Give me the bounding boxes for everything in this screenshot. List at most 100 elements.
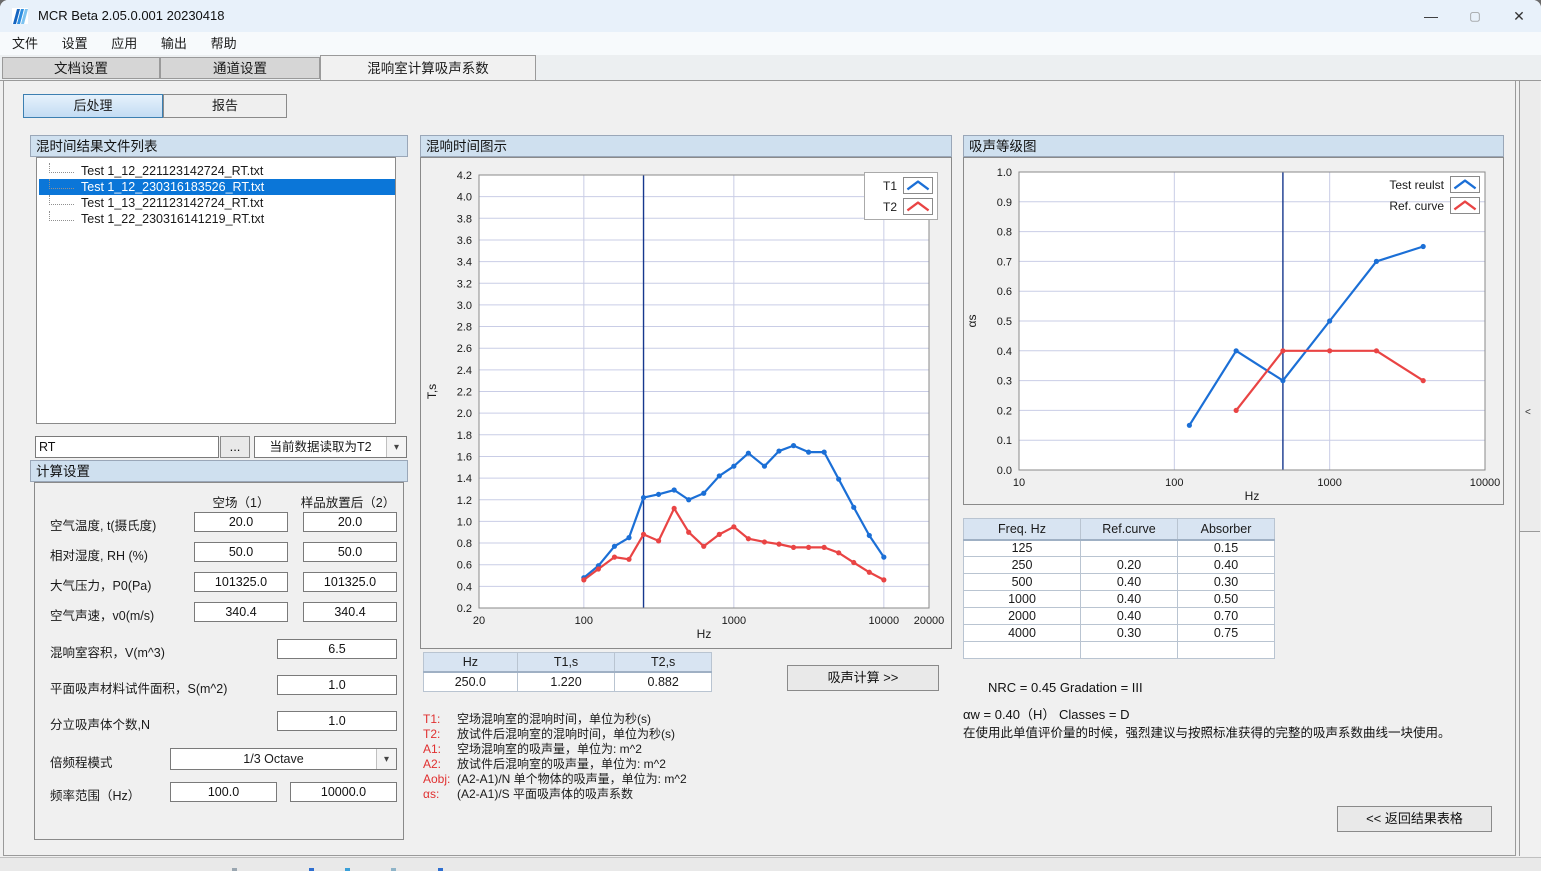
svg-text:3.0: 3.0 (457, 300, 472, 312)
subtab-report[interactable]: 报告 (163, 94, 287, 118)
title-bar: MCR Beta 2.05.0.001 20230418 — ▢ ✕ (0, 0, 1541, 32)
data-read-mode-combo[interactable]: 当前数据读取为T2 ▾ (254, 436, 407, 458)
rt-chart[interactable]: 0.20.40.60.81.01.21.41.61.82.02.22.42.62… (421, 158, 951, 648)
subtab-postprocess[interactable]: 后处理 (23, 94, 163, 118)
svg-text:3.4: 3.4 (457, 257, 472, 269)
menu-bar: 文件 设置 应用 输出 帮助 (0, 32, 1541, 55)
svg-text:2.4: 2.4 (457, 365, 472, 377)
tab-channel-settings[interactable]: 通道设置 (160, 57, 320, 79)
legend-label-test-result: Test reulst (1389, 178, 1444, 192)
octave-mode-combo[interactable]: 1/3 Octave ▾ (170, 748, 397, 770)
col-t1s: T1,s (517, 653, 615, 672)
col-header-with-sample: 样品放置后（2） (296, 492, 400, 511)
chevron-down-icon[interactable]: ▾ (376, 749, 396, 769)
humidity-1-input[interactable] (194, 542, 288, 562)
menu-output[interactable]: 输出 (151, 32, 197, 55)
svg-text:10: 10 (1013, 477, 1025, 489)
air-temp-2-input[interactable] (303, 512, 397, 532)
back-to-results-button[interactable]: << 返回结果表格 (1337, 806, 1492, 832)
col-freq: Freq. Hz (964, 519, 1081, 540)
svg-text:1.2: 1.2 (457, 495, 472, 507)
sound-speed-1-input[interactable] (194, 602, 288, 622)
svg-text:0.3: 0.3 (997, 376, 1012, 388)
right-splitter-lower[interactable] (1519, 532, 1540, 856)
absorb-calc-button[interactable]: 吸声计算 >> (787, 665, 939, 691)
maximize-button[interactable]: ▢ (1453, 0, 1497, 32)
aw-result: αw = 0.40（H） Classes = D (963, 704, 1129, 723)
menu-settings[interactable]: 设置 (52, 32, 98, 55)
svg-text:1.0: 1.0 (457, 516, 472, 528)
sound-speed-2-input[interactable] (303, 602, 397, 622)
app-window: MCR Beta 2.05.0.001 20230418 — ▢ ✕ 文件 设置… (0, 0, 1541, 871)
abs-chart-legend: Test reulst Ref. curve (1344, 174, 1480, 216)
pressure-1-input[interactable] (194, 572, 288, 592)
combo-value: 当前数据读取为T2 (255, 437, 386, 457)
svg-text:2.6: 2.6 (457, 343, 472, 355)
tree-branch-icon (49, 163, 74, 173)
t2-curve-icon (903, 198, 933, 215)
svg-text:10000: 10000 (1470, 477, 1501, 489)
svg-text:2.2: 2.2 (457, 387, 472, 399)
menu-apply[interactable]: 应用 (101, 32, 147, 55)
table-row: 1250.15 (964, 540, 1275, 557)
test-result-curve-icon (1450, 176, 1480, 193)
col-absorber: Absorber (1178, 519, 1275, 540)
humidity-2-input[interactable] (303, 542, 397, 562)
sample-area-input[interactable] (277, 675, 397, 695)
tree-branch-icon (49, 179, 74, 189)
svg-text:20: 20 (473, 615, 485, 627)
svg-text:0.8: 0.8 (457, 538, 472, 550)
svg-text:αs: αs (965, 315, 979, 328)
absorption-table: Freq. Hz Ref.curve Absorber 1250.15 2500… (963, 518, 1275, 659)
svg-text:2.0: 2.0 (457, 408, 472, 420)
file-list-header: 混时间结果文件列表 (30, 135, 408, 157)
svg-text:0.2: 0.2 (997, 405, 1012, 417)
svg-text:1.8: 1.8 (457, 430, 472, 442)
freq-max-input[interactable] (290, 782, 397, 802)
tree-branch-icon (49, 211, 74, 221)
svg-text:100: 100 (1165, 477, 1183, 489)
rt-name-input[interactable] (35, 436, 219, 458)
table-row: 10000.400.50 (964, 591, 1275, 608)
calc-settings-header: 计算设置 (30, 460, 408, 482)
table-row (964, 642, 1275, 659)
label-room-volume: 混响室容积，V(m^3) (50, 642, 165, 661)
svg-text:Hz: Hz (1245, 489, 1260, 503)
svg-text:0.4: 0.4 (457, 581, 472, 593)
main-tab-strip: 文档设置 通道设置 混响室计算吸声系数 (0, 55, 1541, 81)
file-list[interactable]: Test 1_12_221123142724_RT.txt Test 1_12_… (36, 157, 396, 424)
tab-document-settings[interactable]: 文档设置 (2, 57, 160, 79)
minimize-button[interactable]: — (1409, 0, 1453, 32)
rt-point-table: Hz T1,s T2,s 250.0 1.220 0.882 (423, 652, 712, 692)
label-absorber-count: 分立吸声体个数,N (50, 714, 150, 733)
file-list-item[interactable]: Test 1_12_221123142724_RT.txt (39, 163, 395, 179)
label-sample-area: 平面吸声材料试件面积，S(m^2) (50, 678, 227, 697)
svg-text:100: 100 (575, 615, 593, 627)
rt-chart-legend: T1 T2 (864, 172, 938, 220)
chevron-down-icon[interactable]: ▾ (386, 437, 406, 457)
freq-min-input[interactable] (170, 782, 277, 802)
window-title: MCR Beta 2.05.0.001 20230418 (38, 0, 224, 32)
file-list-item[interactable]: Test 1_22_230316141219_RT.txt (39, 211, 395, 227)
svg-text:0.2: 0.2 (457, 603, 472, 615)
svg-text:1.0: 1.0 (997, 167, 1012, 179)
menu-help[interactable]: 帮助 (201, 32, 247, 55)
collapse-left-icon[interactable]: < (1525, 407, 1531, 418)
browse-button[interactable]: ... (220, 436, 250, 458)
air-temp-1-input[interactable] (194, 512, 288, 532)
svg-text:0.5: 0.5 (997, 316, 1012, 328)
svg-text:1.6: 1.6 (457, 451, 472, 463)
menu-file[interactable]: 文件 (2, 32, 48, 55)
svg-text:3.6: 3.6 (457, 235, 472, 247)
col-refcurve: Ref.curve (1081, 519, 1178, 540)
file-list-item[interactable]: Test 1_13_221123142724_RT.txt (39, 195, 395, 211)
room-volume-input[interactable] (277, 639, 397, 659)
tab-reverb-room-absorption[interactable]: 混响室计算吸声系数 (320, 55, 536, 80)
svg-text:20000: 20000 (914, 615, 945, 627)
pressure-2-input[interactable] (303, 572, 397, 592)
close-button[interactable]: ✕ (1497, 0, 1541, 32)
t1-curve-icon (903, 177, 933, 194)
right-splitter-upper[interactable]: < (1519, 81, 1540, 532)
absorber-count-input[interactable] (277, 711, 397, 731)
file-list-item-selected[interactable]: Test 1_12_230316183526_RT.txt (39, 179, 395, 195)
